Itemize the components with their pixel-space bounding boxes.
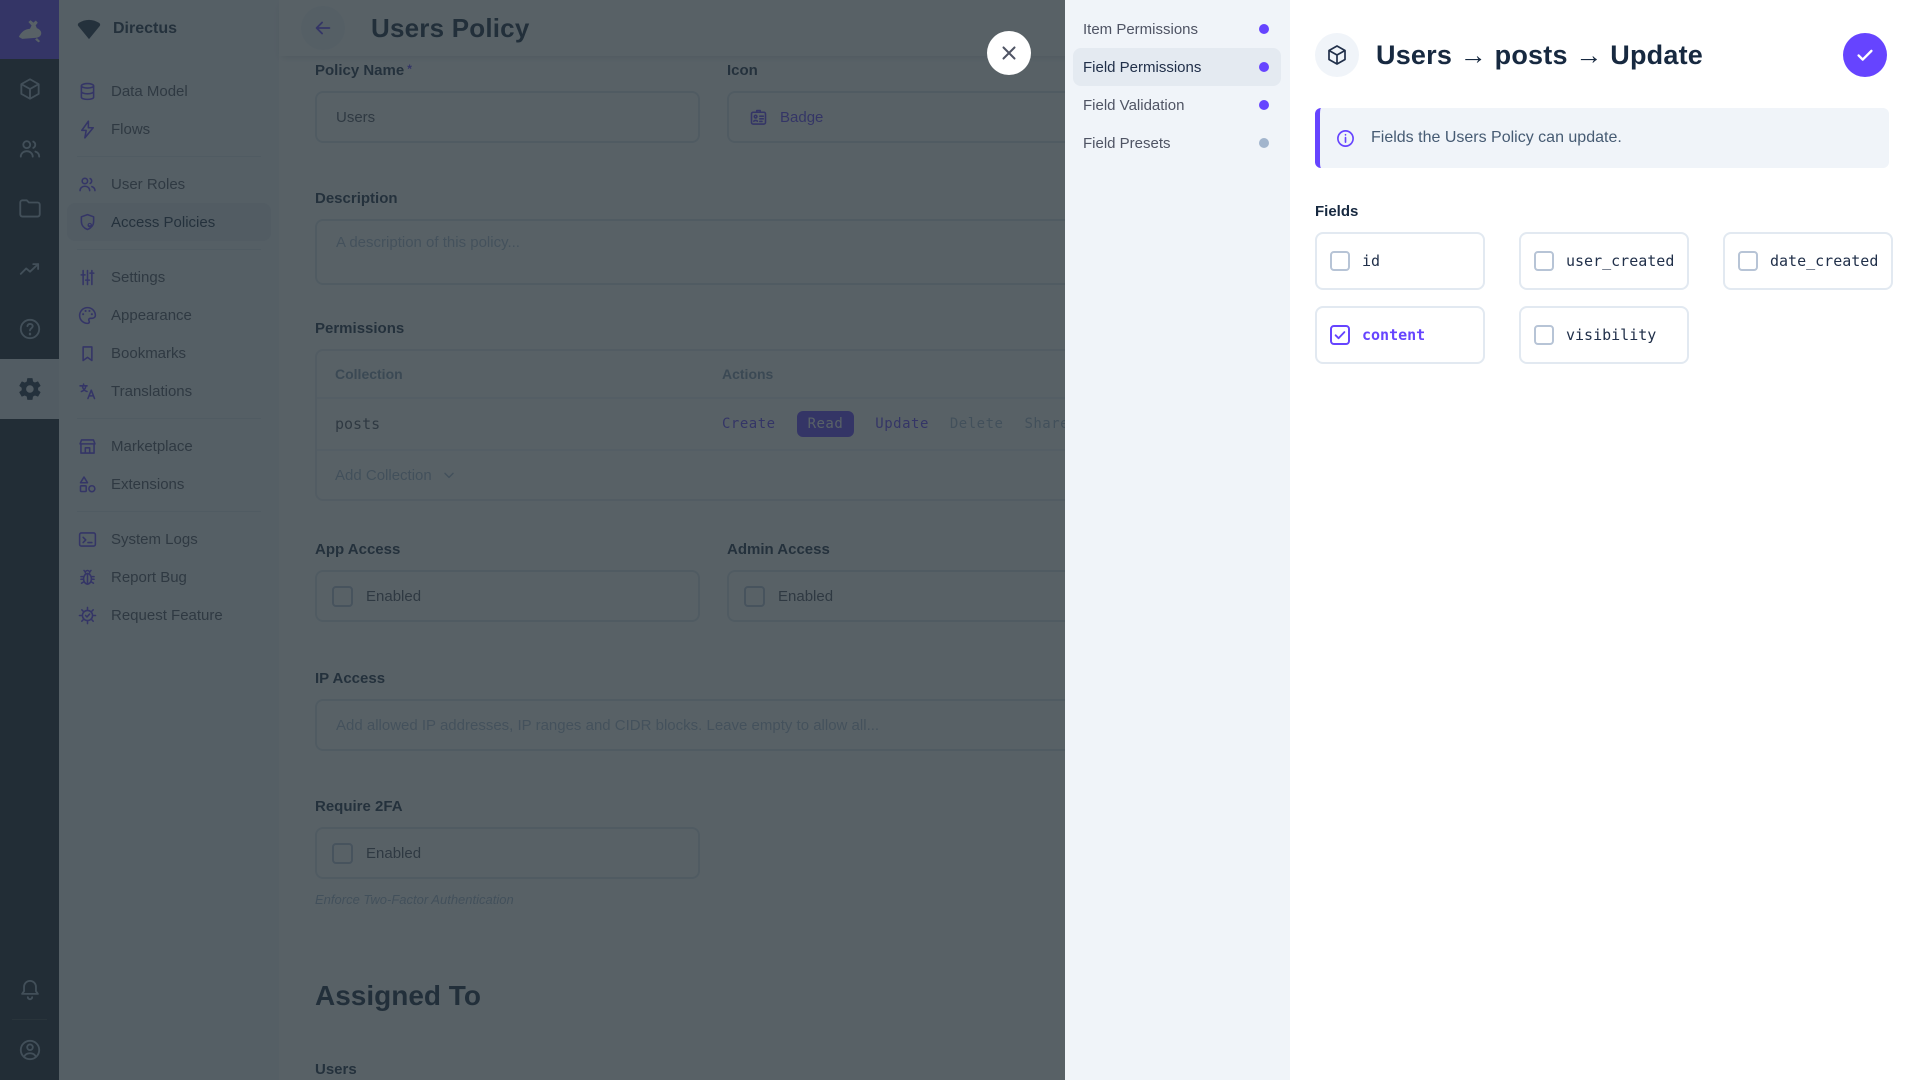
checkbox-icon[interactable] — [1738, 251, 1758, 271]
checkbox-icon[interactable] — [1330, 251, 1350, 271]
drawer-nav-label: Item Permissions — [1083, 20, 1199, 38]
drawer-nav-label: Field Validation — [1083, 96, 1185, 114]
drawer-nav: Item Permissions Field Permissions Field… — [1065, 0, 1290, 1080]
field-checkbox-content[interactable]: content — [1315, 306, 1485, 364]
status-dot — [1259, 100, 1269, 110]
drawer-nav-item-permissions[interactable]: Item Permissions — [1073, 10, 1281, 48]
info-icon — [1335, 128, 1356, 149]
drawer-title: Users → posts → Update — [1376, 39, 1703, 70]
field-checkbox-visibility[interactable]: visibility — [1519, 306, 1689, 364]
status-dot — [1259, 138, 1269, 148]
directus-app: Directus Data Model Flows — [0, 0, 1920, 1080]
notice-text: Fields the Users Policy can update. — [1371, 129, 1622, 146]
drawer-nav-label: Field Presets — [1083, 134, 1171, 152]
check-icon — [1854, 44, 1876, 66]
drawer-title-icon-circle — [1315, 33, 1359, 77]
field-name: user_created — [1566, 252, 1675, 270]
checkbox-icon[interactable] — [1330, 325, 1350, 345]
checkbox-icon[interactable] — [1534, 251, 1554, 271]
field-checkbox-id[interactable]: id — [1315, 232, 1485, 290]
drawer-header: Users → posts → Update — [1315, 33, 1887, 77]
field-checkbox-date-created[interactable]: date_created — [1723, 232, 1893, 290]
field-checkbox-grid: id user_created date_created content vis… — [1315, 232, 1893, 364]
drawer-close-button[interactable] — [987, 31, 1031, 75]
drawer-nav-label: Field Permissions — [1083, 58, 1202, 76]
drawer-nav-field-presets[interactable]: Field Presets — [1073, 124, 1281, 162]
fields-label: Fields — [1315, 203, 1359, 220]
checkbox-icon[interactable] — [1534, 325, 1554, 345]
save-button[interactable] — [1843, 33, 1887, 77]
status-dot — [1259, 62, 1269, 72]
field-name: visibility — [1566, 326, 1657, 344]
field-checkbox-user-created[interactable]: user_created — [1519, 232, 1689, 290]
field-name: date_created — [1770, 252, 1879, 270]
close-icon — [998, 42, 1020, 64]
cube-icon — [1325, 43, 1349, 67]
info-notice: Fields the Users Policy can update. — [1315, 108, 1889, 168]
drawer-nav-field-permissions[interactable]: Field Permissions — [1073, 48, 1281, 86]
field-name: content — [1362, 326, 1426, 344]
status-dot — [1259, 24, 1269, 34]
field-name: id — [1362, 252, 1381, 270]
permissions-drawer: Item Permissions Field Permissions Field… — [1065, 0, 1920, 1080]
drawer-nav-field-validation[interactable]: Field Validation — [1073, 86, 1281, 124]
drawer-main: Users → posts → Update Fields the Users … — [1290, 0, 1920, 1080]
